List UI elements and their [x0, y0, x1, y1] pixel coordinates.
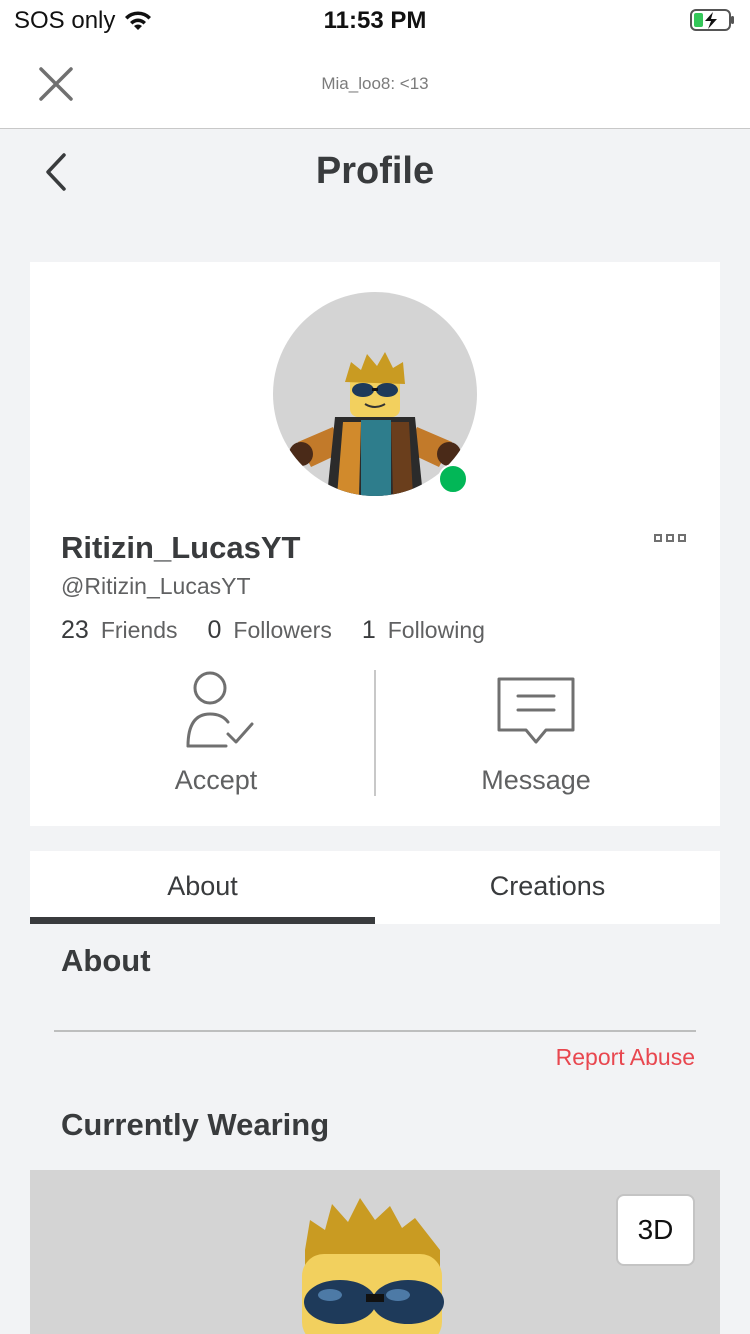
user-check-icon — [186, 671, 254, 748]
following-label: Following — [387, 617, 485, 643]
status-bar: SOS only 11:53 PM — [0, 0, 750, 40]
display-name: Ritizin_LucasYT — [61, 530, 301, 565]
friends-label: Friends — [100, 617, 178, 643]
profile-actions: Accept Message — [30, 670, 720, 796]
username: @Ritizin_LucasYT — [61, 573, 251, 599]
battery-charging-icon — [690, 9, 734, 31]
followers-stat[interactable]: 0 Followers — [208, 616, 332, 645]
tab-creations[interactable]: Creations — [375, 851, 720, 924]
tab-about[interactable]: About — [30, 851, 375, 924]
followers-count: 0 — [207, 616, 222, 644]
avatar-preview: 3D — [30, 1170, 720, 1334]
profile-card: Ritizin_LucasYT @Ritizin_LucasYT 23 Frie… — [30, 262, 720, 826]
nav-header: Profile — [0, 129, 750, 219]
following-count: 1 — [361, 616, 376, 644]
view-3d-button[interactable]: 3D — [616, 1194, 695, 1266]
friends-count: 23 — [61, 616, 89, 644]
message-label: Message — [481, 765, 591, 795]
message-button[interactable]: Message — [376, 670, 696, 796]
browser-header: Mia_loo8: <13 — [0, 40, 750, 129]
report-abuse-link[interactable]: Report Abuse — [556, 1044, 695, 1071]
friends-stat[interactable]: 23 Friends — [61, 616, 178, 645]
about-heading: About — [61, 943, 151, 978]
clock: 11:53 PM — [323, 7, 427, 34]
following-stat[interactable]: 1 Following — [362, 616, 485, 645]
profile-tabs: About Creations — [30, 851, 720, 924]
more-options-icon[interactable] — [654, 534, 686, 542]
accept-friend-button[interactable]: Accept — [56, 670, 376, 796]
more-dot — [666, 534, 674, 542]
followers-label: Followers — [233, 617, 332, 643]
page-url-text: Mia_loo8: <13 — [321, 74, 429, 93]
profile-stats: 23 Friends 0 Followers 1 Following — [61, 616, 515, 645]
more-dot — [678, 534, 686, 542]
page-title: Profile — [315, 150, 435, 192]
currently-wearing-heading: Currently Wearing — [61, 1107, 330, 1142]
online-status-indicator — [438, 464, 468, 494]
accept-label: Accept — [174, 765, 258, 795]
message-icon — [497, 677, 575, 744]
about-divider — [54, 1030, 696, 1032]
more-dot — [654, 534, 662, 542]
